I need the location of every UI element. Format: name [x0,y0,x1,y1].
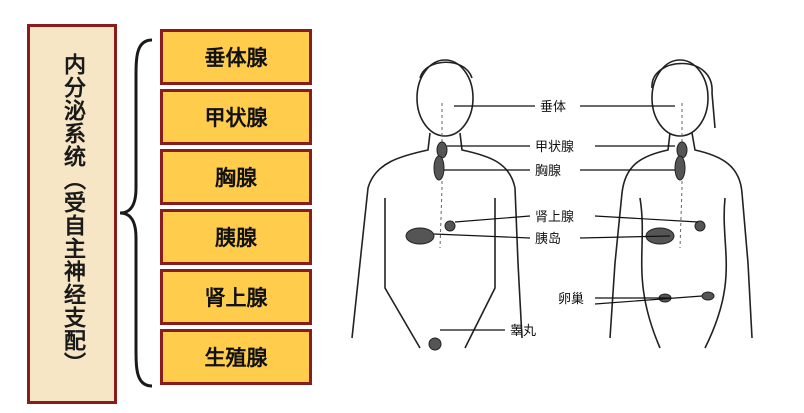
label-testis: 睾丸 [510,323,536,339]
gland-item-thymus: 胸腺 [160,149,312,205]
male-figure [351,59,523,351]
curly-brace [119,38,153,388]
gland-list: 垂体腺 甲状腺 胸腺 胰腺 肾上腺 生殖腺 [160,29,312,389]
gland-item-pancreas: 胰腺 [160,209,312,265]
gland-item-gonad: 生殖腺 [160,329,312,385]
label-thymus: 胸腺 [535,164,561,179]
title-panel: 内分泌系统（受自主神经支配） [27,24,117,404]
gland-item-adrenal: 肾上腺 [160,269,312,325]
system-title: 内分泌系统（受自主神经支配） [60,53,85,375]
label-adrenal: 肾上腺 [535,210,574,225]
gland-item-pituitary: 垂体腺 [160,29,312,85]
gland-item-thyroid: 甲状腺 [160,89,312,145]
label-thyroid: 甲状腺 [535,140,574,155]
female-figure [609,59,753,349]
label-ovary: 卵巢 [558,292,584,307]
label-islets: 胰岛 [535,231,561,247]
endocrine-illustration: 垂体 甲状腺 胸腺 肾上腺 胰岛 卵巢 睾丸 [351,59,753,351]
label-pituitary: 垂体 [540,100,566,115]
